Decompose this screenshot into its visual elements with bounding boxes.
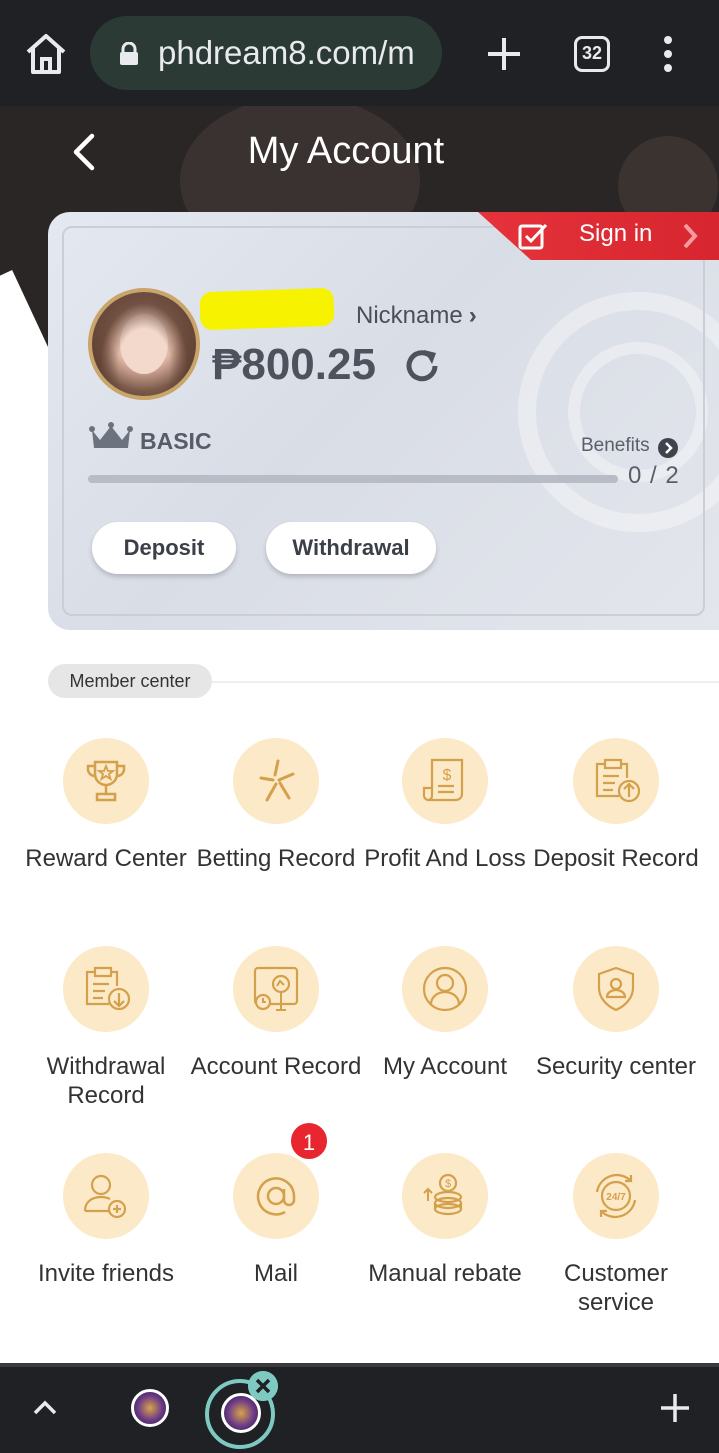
- checkbox-checked-icon: [518, 223, 548, 250]
- plus-icon[interactable]: [658, 1391, 692, 1425]
- menu-item-label: Profit And Loss: [364, 845, 526, 872]
- plus-icon[interactable]: [484, 34, 524, 74]
- chart-search-icon: [233, 946, 319, 1032]
- unread-badge: 1: [289, 1121, 329, 1161]
- menu-item-label: Mail: [253, 1260, 298, 1287]
- receipt-dollar-icon: $: [402, 738, 488, 824]
- divider: [0, 1363, 719, 1367]
- lock-icon: [120, 42, 138, 65]
- menu-item-label: Customer service: [563, 1260, 669, 1316]
- address-bar[interactable]: phdream8.com/m: [90, 16, 442, 90]
- benefits-progress-bar: [88, 475, 618, 483]
- user-circle-icon: [402, 946, 488, 1032]
- menu-item-label: Deposit Record: [533, 845, 699, 872]
- at-sign-icon: [233, 1153, 319, 1239]
- deposit-button[interactable]: Deposit: [92, 522, 236, 574]
- browser-toolbar: phdream8.com/m 32: [0, 0, 719, 106]
- menu-item-label: Betting Record: [196, 845, 356, 872]
- svg-text:$: $: [443, 767, 452, 784]
- account-card: Sign in Nickname › ₱800.25 BASIC Benefits…: [48, 212, 719, 630]
- vip-tier-label: BASIC: [140, 428, 212, 454]
- arrow-right-circle-icon[interactable]: [658, 438, 678, 458]
- svg-text:$: $: [445, 1178, 451, 1190]
- svg-text:24/7: 24/7: [606, 1192, 626, 1203]
- menu-item-label: Manual rebate: [368, 1260, 522, 1287]
- clipboard-download-icon: [63, 946, 149, 1032]
- support-247-icon: 24/7: [573, 1153, 659, 1239]
- withdrawal-button[interactable]: Withdrawal: [266, 522, 436, 574]
- page-title: My Account: [247, 130, 445, 172]
- coins-icon: $: [402, 1153, 488, 1239]
- menu-item-label: Withdrawal Record: [46, 1053, 166, 1109]
- tab-favicon[interactable]: [131, 1389, 169, 1427]
- close-icon[interactable]: [248, 1371, 278, 1401]
- crown-icon: [89, 422, 133, 448]
- more-vert-icon[interactable]: [656, 34, 680, 74]
- url-text: phdream8.com/m: [158, 34, 415, 71]
- tab-switcher-button[interactable]: 32: [574, 36, 610, 72]
- chevron-up-icon[interactable]: [30, 1393, 60, 1421]
- avatar[interactable]: [88, 288, 200, 400]
- avatar-hair: [92, 292, 196, 396]
- menu-item-label: Invite friends: [37, 1260, 175, 1287]
- browser-tab-strip: [0, 1363, 719, 1453]
- redacted-username: [199, 287, 335, 331]
- balance-amount: ₱800.25: [212, 340, 376, 389]
- sign-in-label[interactable]: Sign in: [579, 220, 652, 248]
- benefits-progress-count: 0 / 2: [628, 462, 680, 489]
- home-icon[interactable]: [22, 32, 70, 76]
- trophy-icon: [63, 738, 149, 824]
- menu-item-label: Reward Center: [25, 845, 187, 872]
- shield-user-icon: [573, 946, 659, 1032]
- chevron-right-icon: ›: [468, 302, 477, 329]
- chevron-right-icon: [683, 223, 698, 249]
- divider: [212, 681, 719, 683]
- clipboard-upload-icon: [573, 738, 659, 824]
- section-title-member-center: Member center: [48, 664, 212, 698]
- refresh-icon[interactable]: [402, 346, 442, 386]
- menu-item-label: Account Record: [190, 1053, 362, 1080]
- nickname-link[interactable]: Nickname ›: [356, 302, 477, 330]
- sparkle-icon: [233, 738, 319, 824]
- user-plus-icon: [63, 1153, 149, 1239]
- back-arrow-icon[interactable]: [64, 130, 104, 174]
- menu-item-label: Security center: [535, 1053, 697, 1080]
- benefits-link[interactable]: Benefits: [581, 435, 650, 457]
- nickname-label: Nickname: [356, 302, 463, 329]
- menu-item-label: My Account: [382, 1053, 508, 1080]
